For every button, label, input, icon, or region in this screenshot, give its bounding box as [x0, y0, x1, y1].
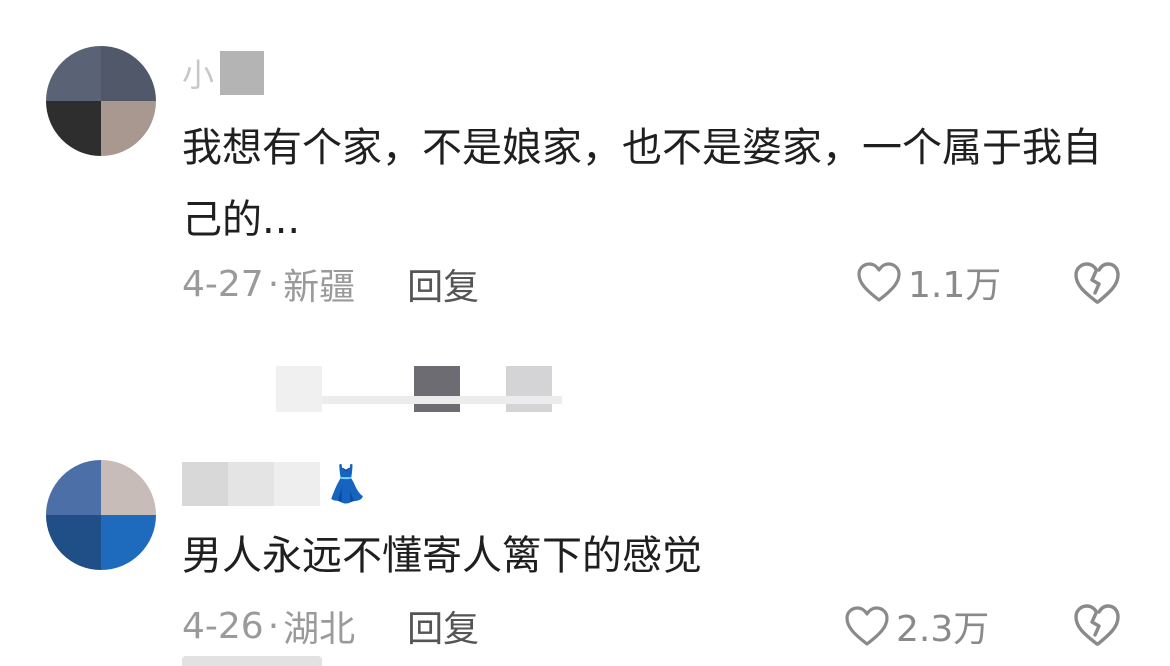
- like-button[interactable]: 2.3万: [844, 600, 989, 652]
- username-blur: [228, 462, 274, 506]
- meta-separator: ·: [267, 605, 280, 647]
- username-text: 小: [182, 56, 217, 94]
- reply-button[interactable]: 回复: [407, 600, 479, 652]
- username-blur: [274, 462, 320, 506]
- dress-emoji: 👗: [324, 464, 371, 505]
- comment-meta: 4-27 · 新疆 回复: [182, 258, 479, 310]
- username[interactable]: 小: [182, 50, 265, 96]
- comment-location: 新疆: [283, 267, 356, 308]
- blurred-content: [322, 396, 562, 404]
- broken-heart-icon[interactable]: [1072, 260, 1122, 306]
- like-count: 1.1万: [908, 265, 1002, 306]
- avatar[interactable]: [46, 460, 156, 570]
- comment-date: 4-26: [182, 605, 264, 647]
- username-blur: [220, 51, 265, 95]
- username-blur: [182, 462, 228, 506]
- blurred-content: [276, 366, 322, 412]
- comment-list: 小 我想有个家，不是娘家，也不是婆家，一个属于我自己的... 4-27 · 新疆…: [0, 0, 1170, 666]
- reply-button[interactable]: 回复: [407, 258, 479, 310]
- comment-text: 我想有个家，不是娘家，也不是婆家，一个属于我自己的...: [182, 125, 1102, 243]
- comment-text: 男人永远不懂寄人篱下的感觉: [182, 533, 702, 579]
- broken-heart-icon[interactable]: [1072, 602, 1122, 648]
- comment-date: 4-27: [182, 263, 264, 305]
- comment-location: 湖北: [283, 609, 356, 650]
- meta-separator: ·: [267, 263, 280, 305]
- comment-meta: 4-26 · 湖北 回复: [182, 600, 479, 652]
- heart-outline-icon: [857, 262, 901, 302]
- like-button[interactable]: 1.1万: [856, 256, 1001, 308]
- blurred-content: [506, 366, 552, 412]
- cut-off-content: [182, 656, 322, 666]
- avatar[interactable]: [46, 46, 156, 156]
- username[interactable]: 👗: [182, 462, 371, 506]
- heart-outline-icon: [845, 606, 889, 646]
- like-count: 2.3万: [896, 609, 990, 650]
- blurred-content: [414, 366, 460, 412]
